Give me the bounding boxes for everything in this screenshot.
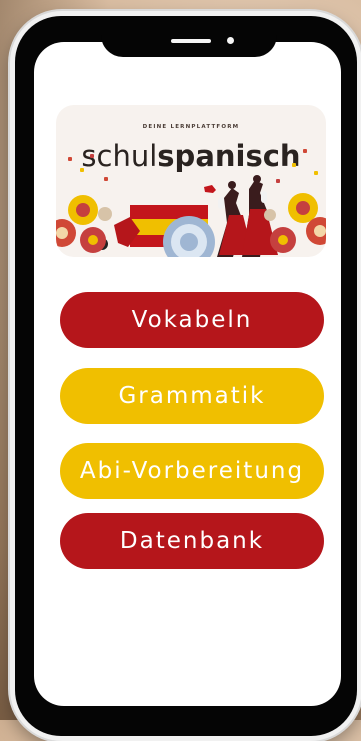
camera-icon (227, 37, 234, 44)
phone-notch (101, 17, 277, 57)
grammatik-button[interactable]: Grammatik (60, 368, 324, 424)
abi-vorbereitung-button[interactable]: Abi-Vorbereitung (60, 443, 324, 499)
flowers-left-decoration (56, 175, 136, 257)
app-banner: DEINE LERNPLATTFORM schulspanisch (56, 105, 326, 257)
vokabeln-button[interactable]: Vokabeln (60, 292, 324, 348)
app-screen: DEINE LERNPLATTFORM schulspanisch Vokabe… (34, 42, 341, 706)
speaker-icon (171, 39, 211, 43)
datenbank-button[interactable]: Datenbank (60, 513, 324, 569)
flowers-right-decoration (246, 175, 326, 257)
